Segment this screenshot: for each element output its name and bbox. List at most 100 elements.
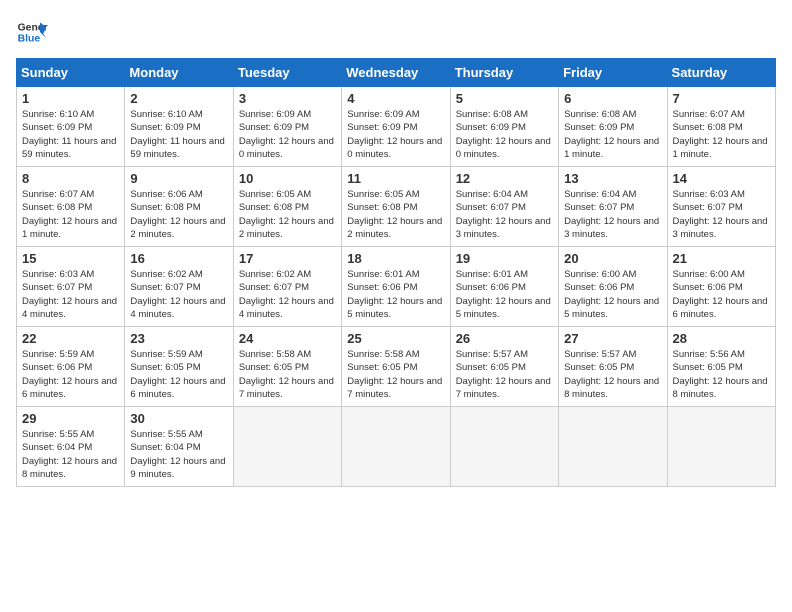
day-number: 17	[239, 251, 337, 266]
day-number: 14	[673, 171, 771, 186]
day-number: 13	[564, 171, 662, 186]
day-number: 24	[239, 331, 337, 346]
day-number: 21	[673, 251, 771, 266]
day-info: Sunrise: 5:57 AMSunset: 6:05 PMDaylight:…	[564, 348, 662, 401]
day-info: Sunrise: 6:05 AMSunset: 6:08 PMDaylight:…	[239, 188, 337, 241]
logo: General Blue	[16, 16, 52, 48]
calendar-header-thursday: Thursday	[450, 59, 558, 87]
day-info: Sunrise: 6:00 AMSunset: 6:06 PMDaylight:…	[673, 268, 771, 321]
calendar-week-row: 1 Sunrise: 6:10 AMSunset: 6:09 PMDaylight…	[17, 87, 776, 167]
day-number: 6	[564, 91, 662, 106]
day-info: Sunrise: 6:00 AMSunset: 6:06 PMDaylight:…	[564, 268, 662, 321]
page-header: General Blue	[16, 16, 776, 48]
calendar-header-wednesday: Wednesday	[342, 59, 450, 87]
calendar-week-row: 29 Sunrise: 5:55 AMSunset: 6:04 PMDayligh…	[17, 407, 776, 487]
day-info: Sunrise: 5:55 AMSunset: 6:04 PMDaylight:…	[130, 428, 228, 481]
day-info: Sunrise: 6:10 AMSunset: 6:09 PMDaylight:…	[130, 108, 228, 161]
day-number: 27	[564, 331, 662, 346]
calendar-day-cell: 11 Sunrise: 6:05 AMSunset: 6:08 PMDayligh…	[342, 167, 450, 247]
calendar-day-cell: 1 Sunrise: 6:10 AMSunset: 6:09 PMDaylight…	[17, 87, 125, 167]
calendar-day-cell	[233, 407, 341, 487]
day-number: 7	[673, 91, 771, 106]
day-number: 22	[22, 331, 120, 346]
calendar-day-cell: 7 Sunrise: 6:07 AMSunset: 6:08 PMDaylight…	[667, 87, 775, 167]
calendar-day-cell	[342, 407, 450, 487]
calendar-day-cell: 13 Sunrise: 6:04 AMSunset: 6:07 PMDayligh…	[559, 167, 667, 247]
day-info: Sunrise: 6:09 AMSunset: 6:09 PMDaylight:…	[239, 108, 337, 161]
calendar-day-cell: 10 Sunrise: 6:05 AMSunset: 6:08 PMDayligh…	[233, 167, 341, 247]
day-info: Sunrise: 6:06 AMSunset: 6:08 PMDaylight:…	[130, 188, 228, 241]
calendar-day-cell: 21 Sunrise: 6:00 AMSunset: 6:06 PMDayligh…	[667, 247, 775, 327]
day-number: 12	[456, 171, 554, 186]
day-number: 29	[22, 411, 120, 426]
day-number: 2	[130, 91, 228, 106]
day-info: Sunrise: 6:04 AMSunset: 6:07 PMDaylight:…	[564, 188, 662, 241]
day-info: Sunrise: 6:05 AMSunset: 6:08 PMDaylight:…	[347, 188, 445, 241]
day-number: 28	[673, 331, 771, 346]
calendar-day-cell: 24 Sunrise: 5:58 AMSunset: 6:05 PMDayligh…	[233, 327, 341, 407]
day-info: Sunrise: 5:59 AMSunset: 6:05 PMDaylight:…	[130, 348, 228, 401]
day-info: Sunrise: 6:04 AMSunset: 6:07 PMDaylight:…	[456, 188, 554, 241]
day-number: 20	[564, 251, 662, 266]
day-number: 5	[456, 91, 554, 106]
day-info: Sunrise: 5:58 AMSunset: 6:05 PMDaylight:…	[347, 348, 445, 401]
calendar-day-cell: 19 Sunrise: 6:01 AMSunset: 6:06 PMDayligh…	[450, 247, 558, 327]
day-number: 1	[22, 91, 120, 106]
calendar-header-saturday: Saturday	[667, 59, 775, 87]
day-info: Sunrise: 6:01 AMSunset: 6:06 PMDaylight:…	[456, 268, 554, 321]
day-number: 26	[456, 331, 554, 346]
calendar-header-monday: Monday	[125, 59, 233, 87]
day-info: Sunrise: 6:01 AMSunset: 6:06 PMDaylight:…	[347, 268, 445, 321]
day-info: Sunrise: 5:58 AMSunset: 6:05 PMDaylight:…	[239, 348, 337, 401]
calendar-header-row: SundayMondayTuesdayWednesdayThursdayFrid…	[17, 59, 776, 87]
calendar-week-row: 22 Sunrise: 5:59 AMSunset: 6:06 PMDayligh…	[17, 327, 776, 407]
day-info: Sunrise: 6:02 AMSunset: 6:07 PMDaylight:…	[239, 268, 337, 321]
day-info: Sunrise: 5:56 AMSunset: 6:05 PMDaylight:…	[673, 348, 771, 401]
calendar-day-cell: 6 Sunrise: 6:08 AMSunset: 6:09 PMDaylight…	[559, 87, 667, 167]
calendar-header-friday: Friday	[559, 59, 667, 87]
calendar-header-tuesday: Tuesday	[233, 59, 341, 87]
day-info: Sunrise: 6:03 AMSunset: 6:07 PMDaylight:…	[673, 188, 771, 241]
day-info: Sunrise: 5:55 AMSunset: 6:04 PMDaylight:…	[22, 428, 120, 481]
day-number: 16	[130, 251, 228, 266]
calendar-day-cell: 9Sunrise: 6:06 AMSunset: 6:08 PMDaylight…	[125, 167, 233, 247]
calendar-week-row: 15 Sunrise: 6:03 AMSunset: 6:07 PMDayligh…	[17, 247, 776, 327]
day-info: Sunrise: 6:07 AMSunset: 6:08 PMDaylight:…	[22, 188, 120, 241]
day-number: 30	[130, 411, 228, 426]
day-info: Sunrise: 6:08 AMSunset: 6:09 PMDaylight:…	[564, 108, 662, 161]
calendar-day-cell: 22 Sunrise: 5:59 AMSunset: 6:06 PMDayligh…	[17, 327, 125, 407]
calendar-day-cell: 5 Sunrise: 6:08 AMSunset: 6:09 PMDaylight…	[450, 87, 558, 167]
day-info: Sunrise: 6:07 AMSunset: 6:08 PMDaylight:…	[673, 108, 771, 161]
calendar-day-cell: 27 Sunrise: 5:57 AMSunset: 6:05 PMDayligh…	[559, 327, 667, 407]
logo-icon: General Blue	[16, 16, 48, 48]
calendar-day-cell: 3 Sunrise: 6:09 AMSunset: 6:09 PMDaylight…	[233, 87, 341, 167]
calendar-day-cell: 23Sunrise: 5:59 AMSunset: 6:05 PMDayligh…	[125, 327, 233, 407]
day-number: 3	[239, 91, 337, 106]
calendar-day-cell	[559, 407, 667, 487]
day-number: 4	[347, 91, 445, 106]
day-number: 15	[22, 251, 120, 266]
calendar-header-sunday: Sunday	[17, 59, 125, 87]
day-info: Sunrise: 6:02 AMSunset: 6:07 PMDaylight:…	[130, 268, 228, 321]
calendar-body: 1 Sunrise: 6:10 AMSunset: 6:09 PMDaylight…	[17, 87, 776, 487]
day-number: 19	[456, 251, 554, 266]
calendar-day-cell	[667, 407, 775, 487]
day-info: Sunrise: 5:57 AMSunset: 6:05 PMDaylight:…	[456, 348, 554, 401]
day-info: Sunrise: 6:03 AMSunset: 6:07 PMDaylight:…	[22, 268, 120, 321]
calendar-day-cell: 15 Sunrise: 6:03 AMSunset: 6:07 PMDayligh…	[17, 247, 125, 327]
day-info: Sunrise: 5:59 AMSunset: 6:06 PMDaylight:…	[22, 348, 120, 401]
calendar-table: SundayMondayTuesdayWednesdayThursdayFrid…	[16, 58, 776, 487]
day-number: 10	[239, 171, 337, 186]
calendar-day-cell: 20 Sunrise: 6:00 AMSunset: 6:06 PMDayligh…	[559, 247, 667, 327]
day-number: 8	[22, 171, 120, 186]
day-info: Sunrise: 6:08 AMSunset: 6:09 PMDaylight:…	[456, 108, 554, 161]
calendar-week-row: 8 Sunrise: 6:07 AMSunset: 6:08 PMDaylight…	[17, 167, 776, 247]
calendar-day-cell: 26 Sunrise: 5:57 AMSunset: 6:05 PMDayligh…	[450, 327, 558, 407]
calendar-day-cell: 25Sunrise: 5:58 AMSunset: 6:05 PMDayligh…	[342, 327, 450, 407]
calendar-day-cell: 17 Sunrise: 6:02 AMSunset: 6:07 PMDayligh…	[233, 247, 341, 327]
day-number: 18	[347, 251, 445, 266]
day-number: 11	[347, 171, 445, 186]
calendar-day-cell: 29 Sunrise: 5:55 AMSunset: 6:04 PMDayligh…	[17, 407, 125, 487]
day-info: Sunrise: 6:10 AMSunset: 6:09 PMDaylight:…	[22, 108, 120, 161]
calendar-day-cell: 28 Sunrise: 5:56 AMSunset: 6:05 PMDayligh…	[667, 327, 775, 407]
